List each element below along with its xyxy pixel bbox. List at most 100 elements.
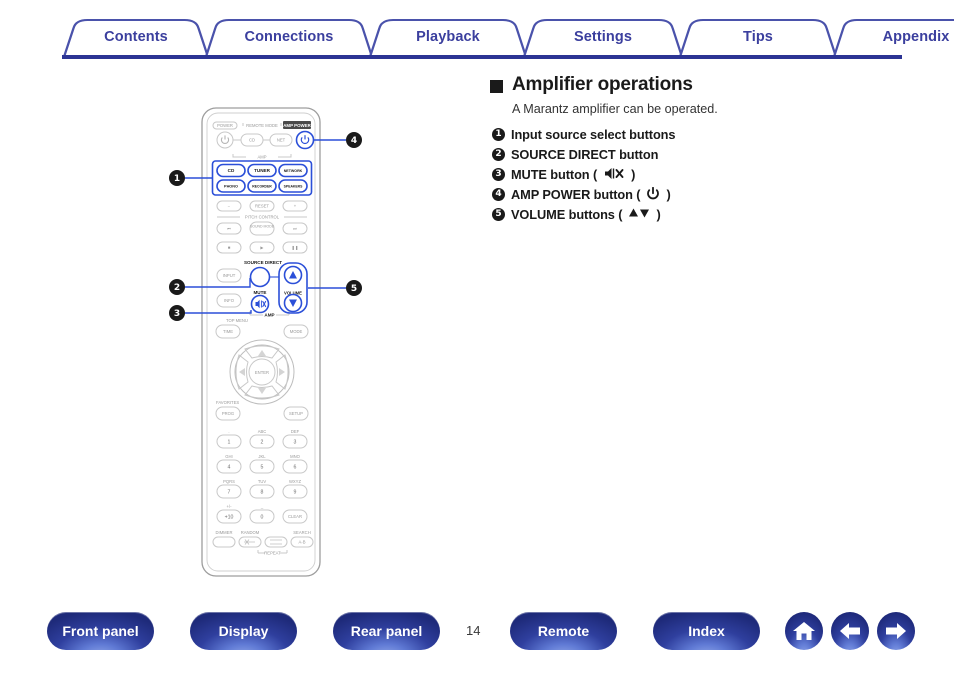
arrow-left-glyph [840,623,860,639]
mute-svg [605,168,624,179]
key-6-alpha: MNO [290,454,301,459]
sound-mode-label: SOUND MODE [250,225,275,229]
footer-display-label: Display [218,623,269,639]
setup-label: SETUP [289,411,303,416]
key-plus10-alpha: +/- [226,504,232,509]
key-9-alpha: WXYZ [289,479,302,484]
mute-glyph-icon [604,167,624,180]
callout-item-1: 1 Input source select buttons [492,127,930,142]
pause-label: ❚❚ [291,245,298,250]
source-recorder-label: RECORDER [252,185,272,189]
footer-remote[interactable]: Remote [510,612,617,650]
top-tab-bar: Contents Connections Playback Settings T [0,0,954,62]
home-glyph [793,622,815,640]
bullet-square-icon [490,79,503,93]
tab-connections[interactable]: Connections [204,18,374,56]
tab-label: Appendix [882,29,950,45]
remote-svg: .bk{fill:none;stroke:#c8c8c8;stroke-widt… [169,107,362,577]
footer-index[interactable]: Index [653,612,760,650]
mode-label: MODE [290,329,303,334]
tab-playback[interactable]: Playback [368,18,528,56]
key-6-digit: 6 [294,465,297,471]
remote-mode-label: REMOTE MODE [246,123,278,128]
arrow-right-icon[interactable] [877,612,915,650]
tab-tips[interactable]: Tips [678,18,838,56]
callout-text-3-suffix: ) [631,167,636,182]
key-2-digit: 2 [261,440,264,446]
home-icon[interactable] [785,612,823,650]
pitch-control-label: PITCH CONTROL [245,215,280,220]
tab-contents[interactable]: Contents [62,18,210,56]
key-2-alpha: ABC [258,429,267,434]
footer-index-label: Index [688,623,725,639]
key-1-alpha: . [228,429,229,434]
tab-label: Connections [244,29,334,45]
key-plus10-digit: +10 [225,515,234,521]
marker-2-number: 2 [174,283,180,293]
info-label: INFO [224,298,235,303]
next-label: ⏭ [293,226,297,231]
footer-front-panel[interactable]: Front panel [47,612,154,650]
random-label: RANDOM [241,530,260,535]
callout-number-4: 4 [492,188,505,201]
updown-glyph-icon [628,207,650,219]
key-8-digit: 8 [261,490,264,496]
amp-group-label: AMP [257,155,266,160]
main-content: Amplifier operations A Marantz amplifier… [490,74,930,227]
tab-label: Settings [574,29,632,45]
key-8-alpha: TUV [258,479,267,484]
remote-mode-cd-label: CD [249,138,255,143]
page-number: 14 [466,623,481,638]
marker-1-number: 1 [174,174,180,184]
remote-mode-net-label: NET [277,138,286,143]
tab-list: Contents Connections Playback Settings T [62,18,954,56]
callout-text-1: Input source select buttons [511,127,676,142]
power-label: POWER [217,123,233,128]
prev-label: ⏮ [227,226,231,231]
remote-illustration: .bk{fill:none;stroke:#c8c8c8;stroke-widt… [150,100,380,600]
callout-text-4-suffix: ) [666,187,671,202]
source-cd-label: CD [228,168,235,173]
tab-label: Contents [104,29,168,45]
tab-label: Playback [416,29,480,45]
key-5-alpha: JKL [258,454,266,459]
callout-number-2: 2 [492,148,505,161]
callout-text-4-prefix: AMP POWER button ( [511,187,641,202]
tab-settings[interactable]: Settings [522,18,684,56]
reset-label: RESET [255,203,269,208]
prog-label: PROG [222,411,234,416]
key-5-digit: 5 [261,465,264,471]
source-direct-label: SOURCE DIRECT [244,260,282,265]
callout-text-5-prefix: VOLUME buttons ( [511,207,623,222]
arrow-right-glyph [886,623,906,639]
source-network-label: NETWORK [284,169,303,173]
marker-4-number: 4 [351,136,357,146]
tab-label: Tips [743,29,773,45]
footer-display[interactable]: Display [190,612,297,650]
key-0-digit: 0 [261,515,264,521]
key-9-digit: 9 [294,490,297,496]
tab-appendix[interactable]: Appendix [832,18,954,56]
callout-number-1: 1 [492,128,505,141]
footer-rear-panel-label: Rear panel [350,623,423,639]
key-7-digit: 7 [228,490,231,496]
updown-svg [629,208,650,218]
page-title-text: Amplifier operations [512,74,693,95]
source-phono-label: PHONO [224,185,238,189]
search-label: SEARCH [293,530,310,535]
footer-remote-label: Remote [537,623,590,639]
key-1-digit: 1 [228,440,231,446]
callout-text-2: SOURCE DIRECT button [511,147,659,162]
key-4-digit: 4 [228,465,231,471]
key-7-alpha: PQRS [223,479,235,484]
key-clear-label: CLEAR [288,514,302,519]
footer-rear-panel[interactable]: Rear panel [333,612,440,650]
amp-power-label: AMP POWER [283,123,311,128]
key-3-alpha: DEF [291,429,300,434]
arrow-left-icon[interactable] [831,612,869,650]
amp-bracket-label: AMP [264,313,274,318]
tab-bottom-rule [62,55,902,59]
marker-5-number: 5 [351,284,357,294]
page-subtitle: A Marantz amplifier can be operated. [512,102,718,116]
favorites-label: FAVORITES [216,400,239,405]
